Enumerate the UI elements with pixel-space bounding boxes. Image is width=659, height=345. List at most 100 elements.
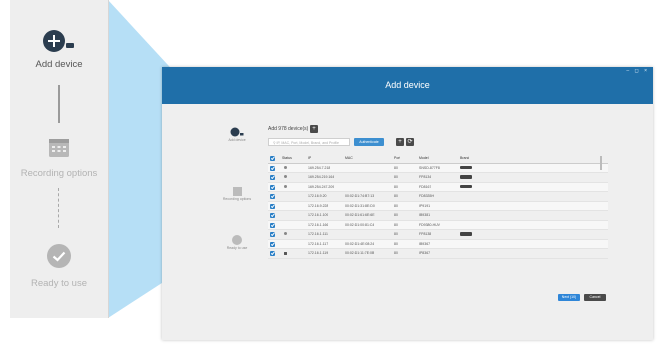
row-ip: 169.254.219.164 [308, 175, 335, 179]
row-model: FD8335H [419, 194, 434, 198]
row-status [284, 230, 287, 239]
column-mac[interactable]: MAC [345, 154, 353, 163]
step-add-device[interactable]: Add device [10, 28, 108, 70]
column-status[interactable]: Status [282, 154, 292, 163]
mini-step-add-device[interactable]: Add device [217, 127, 257, 142]
refresh-button[interactable]: ⟳ [406, 138, 414, 146]
row-model: FP8134 [419, 175, 432, 179]
row-checkbox[interactable] [270, 203, 275, 209]
row-model: SNSD-877F8 [419, 165, 440, 170]
step-connector [58, 85, 60, 123]
row-ip: 169.254.7.218 [308, 165, 331, 170]
step-recording-options[interactable]: Recording options [10, 137, 108, 179]
table-row[interactable]: 172.16.9.228 00:02:D1:31:8E:D0 80 IP9191 [268, 201, 608, 211]
row-checkbox[interactable] [270, 175, 275, 180]
row-port: 80 [394, 241, 398, 246]
row-model: FD8167 [419, 184, 432, 189]
cancel-button[interactable]: Cancel [584, 294, 606, 301]
authenticate-button[interactable]: Authenticate [354, 138, 384, 146]
step-ready-to-use[interactable]: Ready to use [10, 243, 108, 289]
row-model: IB9367 [419, 241, 431, 246]
add-devices-label: Add 978 device(s) [268, 126, 309, 132]
calendar-icon [49, 139, 69, 157]
column-model[interactable]: Model [419, 154, 429, 163]
table-row[interactable]: 172.16.1.111 80 FP8138 [268, 230, 608, 240]
row-model: IB9381 [419, 213, 431, 217]
search-input[interactable]: ⚲ IP, MAC, Port, Model, Brand, and Profi… [268, 138, 350, 146]
row-brand [460, 230, 472, 239]
row-checkbox[interactable] [270, 194, 275, 199]
table-row[interactable]: 172.16.1.117 00:02:D1:4E:08:24 80 IB9367 [268, 239, 608, 249]
mini-wizard-steps: Add device Recording options Ready to us… [217, 119, 257, 309]
row-model: IP9191 [419, 203, 431, 208]
row-checkbox[interactable] [270, 251, 275, 256]
row-ip: 172.16.1.111 [308, 232, 328, 236]
device-table: Status IP MAC Port Model Brand 169.254.7… [268, 154, 608, 259]
row-ip: 172.16.9.20 [308, 194, 327, 198]
table-header: Status IP MAC Port Model Brand [268, 154, 608, 164]
row-ip: 172.16.1.109 [308, 213, 329, 217]
select-all-checkbox[interactable] [270, 156, 275, 161]
mini-step-label: Add device [228, 138, 246, 142]
row-mac: 00:02:D1:4E:08:24 [345, 241, 375, 246]
window-controls[interactable]: – ◻ × [626, 68, 649, 74]
add-button[interactable]: + [396, 138, 404, 146]
row-ip: 172.16.1.117 [308, 241, 329, 246]
row-port: 80 [394, 213, 398, 217]
table-row[interactable]: 172.16.1.119 00:02:D1:11:7E:0B 80 IP8367 [268, 249, 608, 259]
mini-step-recording-options[interactable]: Recording options [217, 187, 257, 201]
step-label: Add device [35, 59, 83, 70]
table-row[interactable]: 169.254.247.209 80 FD8167 [268, 182, 608, 192]
row-ip: 169.254.247.209 [308, 184, 335, 189]
row-model: IP8367 [419, 251, 431, 255]
table-row[interactable]: 169.254.219.164 80 FP8134 [268, 173, 608, 183]
brand-logo-icon [460, 165, 472, 170]
row-checkbox[interactable] [270, 241, 275, 247]
column-ip[interactable]: IP [308, 154, 311, 163]
mini-step-ready-to-use[interactable]: Ready to use [217, 235, 257, 250]
table-scrollbar[interactable] [600, 156, 602, 170]
status-dot-icon [284, 175, 287, 178]
row-ip: 172.16.9.228 [308, 203, 329, 208]
calendar-icon [232, 187, 242, 196]
row-checkbox[interactable] [270, 184, 275, 190]
brand-logo-icon [460, 184, 472, 189]
row-status [284, 249, 287, 258]
column-port[interactable]: Port [394, 154, 400, 163]
row-port: 80 [394, 222, 398, 227]
add-device-icon [43, 30, 74, 52]
row-checkbox[interactable] [270, 222, 275, 228]
status-dot-icon [284, 165, 287, 169]
row-checkbox[interactable] [270, 232, 275, 237]
row-port: 80 [394, 165, 398, 170]
brand-logo-icon [460, 232, 472, 236]
status-dot-icon [284, 232, 287, 235]
row-mac: 00:02:D1:31:8E:D0 [345, 203, 375, 208]
plus-icon: + [312, 126, 316, 132]
status-dot-icon [284, 184, 287, 188]
row-checkbox[interactable] [270, 213, 275, 218]
row-checkbox[interactable] [270, 165, 275, 171]
next-button[interactable]: Next (10) [558, 294, 580, 301]
wizard-steps-panel: Add device Recording options Ready to us… [10, 0, 109, 318]
search-placeholder: IP, MAC, Port, Model, Brand, and Profile [276, 141, 339, 145]
manual-add-button[interactable]: + [310, 125, 318, 133]
table-row[interactable]: 172.16.9.20 00:02:D1:74:B7:13 80 FD8335H [268, 192, 608, 202]
column-brand[interactable]: Brand [460, 154, 469, 163]
row-status [284, 173, 287, 182]
table-row[interactable]: 169.254.7.218 80 SNSD-877F8 [268, 163, 608, 173]
row-ip: 172.16.1.119 [308, 251, 329, 255]
row-port: 80 [394, 203, 398, 208]
row-mac: 00:02:D1:61:6E:6E [345, 213, 375, 217]
table-row[interactable]: 172.16.1.166 00:02:D1:00:81:C4 80 FD9380-HU… [268, 220, 608, 230]
table-row[interactable]: 172.16.1.109 00:02:D1:61:6E:6E 80 IB9381 [268, 211, 608, 221]
window-title: Add device [385, 80, 430, 90]
row-port: 80 [394, 194, 398, 198]
add-device-window: Add device – ◻ × Add device Recording op… [162, 67, 653, 340]
window-title-bar: Add device – ◻ × [162, 67, 653, 104]
row-brand [460, 164, 472, 173]
step-label: Ready to use [31, 278, 87, 289]
row-port: 80 [394, 251, 398, 255]
brand-logo-icon [460, 175, 472, 179]
row-brand [460, 183, 472, 192]
